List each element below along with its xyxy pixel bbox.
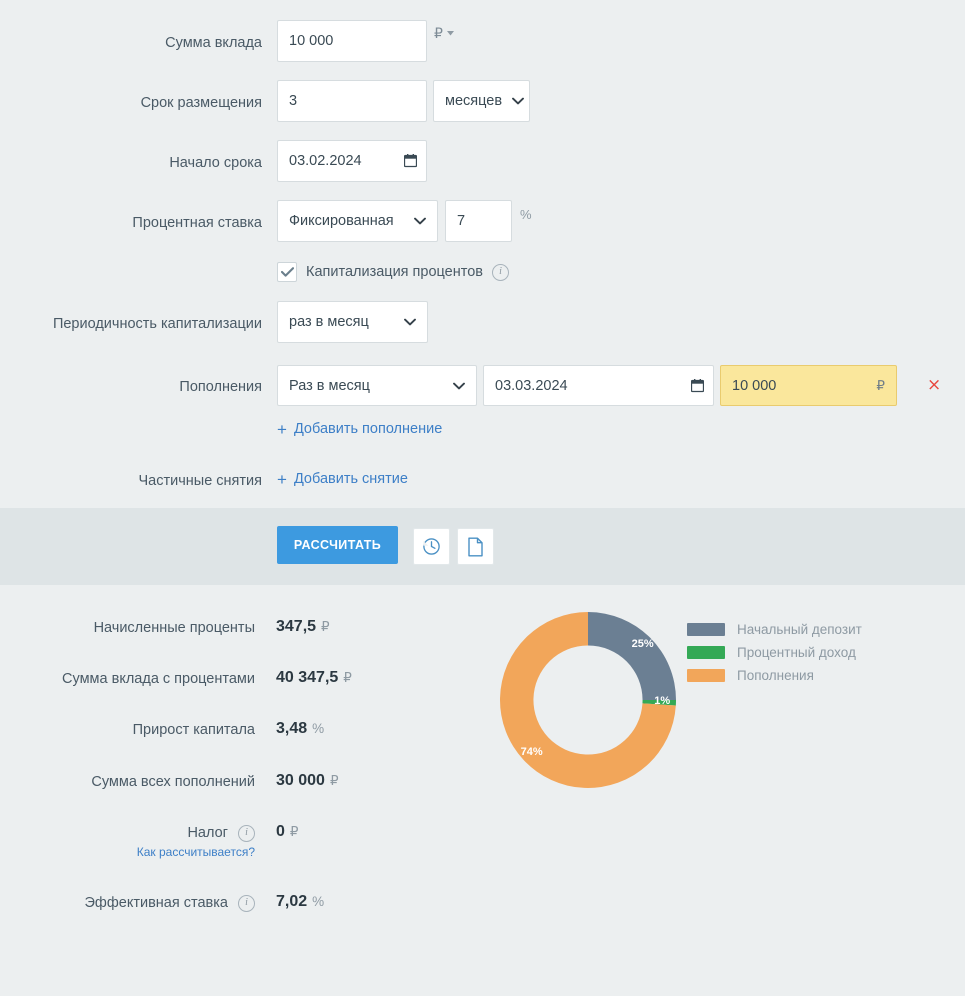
capitalization-checkbox[interactable] bbox=[277, 262, 297, 282]
document-icon bbox=[468, 537, 483, 556]
result-suffix-2: % bbox=[312, 721, 325, 736]
rate-value-input[interactable] bbox=[445, 200, 512, 242]
result-value-0: 347,5 ₽ bbox=[276, 618, 330, 636]
capitalization-row: Капитализация процентов i bbox=[277, 262, 510, 282]
legend-swatch-0 bbox=[687, 623, 725, 636]
chevron-down-icon bbox=[404, 318, 416, 326]
legend-label-0: Начальный депозит bbox=[737, 622, 862, 637]
legend-item-2: Пополнения bbox=[687, 664, 917, 687]
term-input[interactable] bbox=[277, 80, 427, 122]
replenishment-frequency-value: Раз в месяц bbox=[289, 377, 370, 394]
plus-icon: + bbox=[277, 419, 287, 439]
replenishment-currency: ₽ bbox=[876, 377, 885, 393]
calculate-button[interactable]: РАССЧИТАТЬ bbox=[277, 526, 398, 564]
tax-explain-link[interactable]: Как рассчитывается? bbox=[0, 845, 255, 859]
calculator-page: Сумма вклада ₽ Срок размещения месяцев Н… bbox=[0, 0, 965, 996]
legend-swatch-2 bbox=[687, 669, 725, 682]
calendar-icon[interactable] bbox=[691, 378, 704, 393]
document-button[interactable] bbox=[457, 528, 494, 565]
result-value-4: 0 ₽ bbox=[276, 823, 299, 841]
add-replenishment-link[interactable]: + Добавить пополнение bbox=[277, 419, 443, 439]
tax-info-icon[interactable]: i bbox=[238, 824, 255, 842]
capitalization-period-label: Периодичность капитализации bbox=[52, 316, 262, 332]
composition-donut-chart: 25% 1% 74% bbox=[498, 610, 678, 790]
replenishment-amount-value: 10 000 bbox=[732, 377, 777, 394]
chevron-down-icon bbox=[414, 217, 426, 225]
chevron-down-icon bbox=[446, 31, 454, 36]
start-date-input[interactable]: 03.02.2024 bbox=[277, 140, 427, 182]
term-unit-select[interactable]: месяцев bbox=[433, 80, 530, 122]
result-label-1: Сумма вклада с процентами bbox=[62, 671, 255, 687]
capitalization-label: Капитализация процентов bbox=[306, 264, 484, 280]
legend-item-1: Процентный доход bbox=[687, 641, 917, 664]
result-label-2: Прирост капитала bbox=[132, 722, 255, 738]
capitalization-info-icon[interactable]: i bbox=[492, 263, 510, 281]
add-replenishment-label: Добавить пополнение bbox=[293, 421, 443, 437]
result-value-1: 40 347,5 ₽ bbox=[276, 669, 352, 687]
add-withdrawal-label: Добавить снятие bbox=[293, 471, 408, 487]
legend-swatch-1 bbox=[687, 646, 725, 659]
result-value-2: 3,48% bbox=[276, 720, 324, 738]
result-label-5: Эффективная ставка i bbox=[0, 894, 255, 912]
replenishments-label: Пополнения bbox=[179, 379, 262, 395]
term-label: Срок размещения bbox=[140, 95, 262, 111]
history-button[interactable] bbox=[413, 528, 450, 565]
deposit-amount-label: Сумма вклада bbox=[165, 35, 262, 51]
donut-slice-0 bbox=[588, 612, 676, 700]
capitalization-period-select[interactable]: раз в месяц bbox=[277, 301, 428, 343]
result-value-5: 7,02% bbox=[276, 893, 324, 911]
clock-history-icon bbox=[423, 538, 440, 555]
result-label-4: Налог i bbox=[0, 824, 255, 842]
result-number-1: 40 347,5 bbox=[276, 669, 339, 686]
replenishment-date-input[interactable]: 03.03.2024 bbox=[483, 365, 714, 406]
replenishment-frequency-select[interactable]: Раз в месяц bbox=[277, 365, 477, 406]
rate-type-select[interactable]: Фиксированная bbox=[277, 200, 438, 242]
result-value-3: 30 000 ₽ bbox=[276, 772, 339, 790]
result-number-3: 30 000 bbox=[276, 772, 325, 789]
check-icon bbox=[280, 267, 294, 277]
result-number-5: 7,02 bbox=[276, 893, 308, 910]
result-label-3: Сумма всех пополнений bbox=[91, 774, 255, 790]
term-unit-value: месяцев bbox=[445, 93, 503, 109]
currency-symbol: ₽ bbox=[434, 25, 443, 41]
chevron-down-icon bbox=[453, 382, 465, 389]
donut-label-2: 74% bbox=[520, 745, 543, 758]
legend-label-2: Пополнения bbox=[737, 668, 814, 683]
add-withdrawal-link[interactable]: + Добавить снятие bbox=[277, 469, 408, 489]
replenishment-amount-input[interactable]: 10 000 ₽ bbox=[720, 365, 897, 406]
rate-label: Процентная ставка bbox=[132, 215, 262, 231]
result-label-text-5: Эффективная ставка bbox=[84, 895, 228, 911]
legend-label-1: Процентный доход bbox=[737, 645, 856, 660]
replenishment-date-value: 03.03.2024 bbox=[495, 377, 568, 394]
result-suffix-4: ₽ bbox=[289, 824, 299, 839]
rate-type-value: Фиксированная bbox=[289, 213, 394, 229]
chart-legend: Начальный депозит Процентный доход Попол… bbox=[687, 618, 917, 687]
result-label-text-4: Налог bbox=[187, 825, 228, 841]
effective-rate-info-icon[interactable]: i bbox=[238, 894, 255, 912]
result-suffix-5: % bbox=[312, 894, 325, 909]
legend-item-0: Начальный депозит bbox=[687, 618, 917, 641]
donut-label-0: 25% bbox=[631, 638, 654, 651]
result-number-4: 0 bbox=[276, 823, 285, 840]
result-suffix-1: ₽ bbox=[343, 670, 352, 685]
result-suffix-0: ₽ bbox=[321, 619, 330, 634]
calendar-icon[interactable] bbox=[404, 154, 417, 168]
result-number-2: 3,48 bbox=[276, 720, 308, 737]
donut-svg bbox=[500, 612, 676, 788]
result-number-0: 347,5 bbox=[276, 618, 317, 635]
currency-selector[interactable]: ₽ bbox=[434, 25, 454, 42]
deposit-amount-input[interactable] bbox=[277, 20, 427, 62]
plus-icon: + bbox=[277, 469, 287, 489]
capitalization-period-value: раз в месяц bbox=[289, 314, 369, 330]
donut-label-1: 1% bbox=[654, 695, 671, 708]
start-date-value: 03.02.2024 bbox=[289, 153, 362, 169]
withdrawals-label: Частичные снятия bbox=[138, 473, 263, 489]
page-right-gutter bbox=[965, 0, 974, 996]
result-label-0: Начисленные проценты bbox=[93, 620, 255, 636]
remove-replenishment-button[interactable]: × bbox=[927, 376, 941, 394]
result-suffix-3: ₽ bbox=[329, 773, 339, 788]
rate-unit-label: % bbox=[520, 207, 532, 222]
chevron-down-icon bbox=[512, 97, 524, 105]
start-date-label: Начало срока bbox=[169, 155, 262, 171]
